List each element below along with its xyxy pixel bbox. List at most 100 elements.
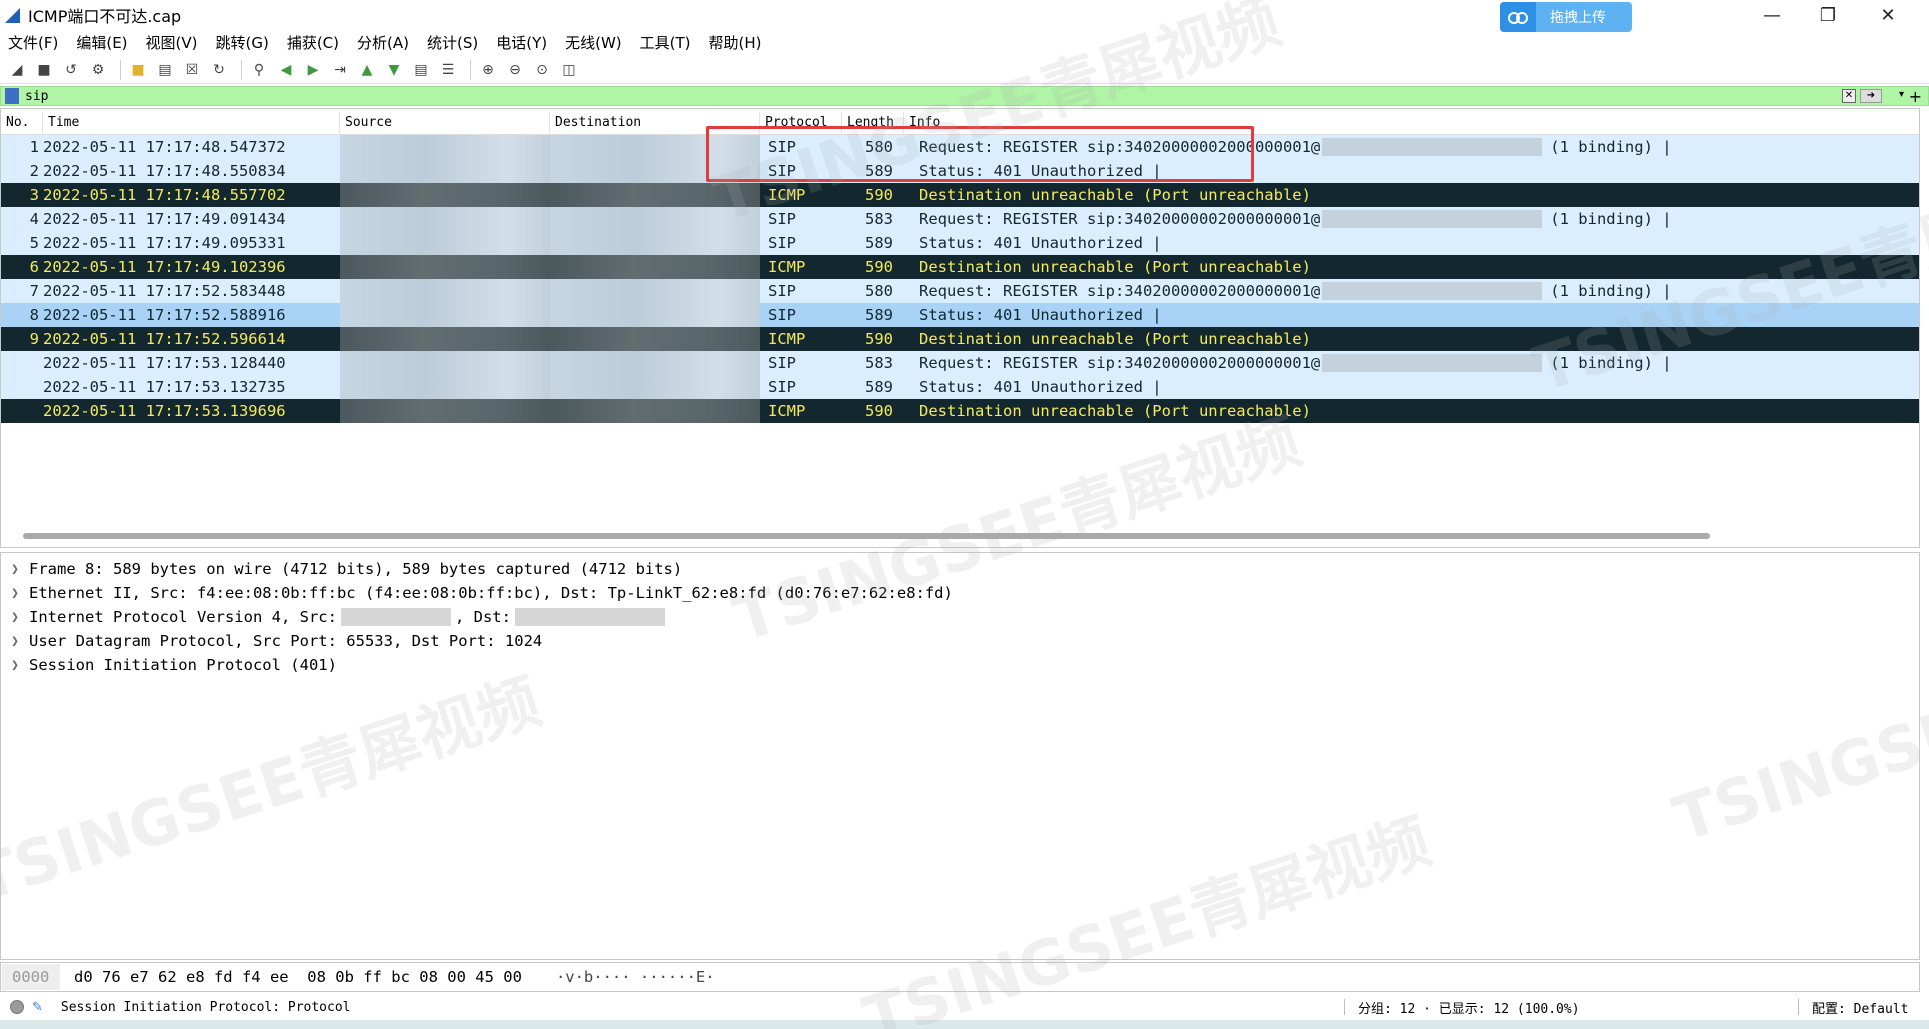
column-header-time[interactable]: Time <box>43 112 340 134</box>
packet-length: 580 <box>865 282 893 300</box>
menu-go[interactable]: 跳转(G) <box>216 32 269 53</box>
expand-chevron-icon[interactable]: ❯ <box>1 562 29 577</box>
zoom-in-icon[interactable]: ⊕ <box>477 59 499 81</box>
packet-info: Destination unreachable (Port unreachabl… <box>915 330 1311 348</box>
packet-row[interactable]: 4 2022-05-11 17:17:49.091434 SIP 583 Request… <box>1 207 1919 231</box>
colorize-icon[interactable]: ☰ <box>437 59 459 81</box>
packet-time: 2022-05-11 17:17:53.139696 <box>43 402 286 420</box>
filter-bookmark-icon[interactable] <box>5 88 19 104</box>
reload-icon[interactable]: ↻ <box>208 59 230 81</box>
redacted-source <box>340 327 550 351</box>
packet-row[interactable]: 2022-05-11 17:17:53.132735 SIP 589 Status: … <box>1 375 1919 399</box>
menu-view[interactable]: 视图(V) <box>146 32 198 53</box>
status-profile[interactable]: 配置: Default <box>1812 998 1908 1017</box>
menu-file[interactable]: 文件(F) <box>8 32 58 53</box>
packet-row[interactable]: 8 2022-05-11 17:17:52.588916 SIP 589 Status:… <box>1 303 1919 327</box>
restore-icon[interactable]: ❐ <box>1800 0 1856 30</box>
close-icon[interactable]: ✕ <box>1860 0 1916 30</box>
redacted-source <box>340 351 550 375</box>
add-filter-button-icon[interactable]: + <box>1909 87 1922 106</box>
cloud-icon <box>1500 2 1536 32</box>
packet-row[interactable]: 2022-05-11 17:17:53.139696 ICMP 590 Destina… <box>1 399 1919 423</box>
packet-list-pane: No. Time Source Destination Protocol Len… <box>0 108 1920 548</box>
packet-row[interactable]: 6 2022-05-11 17:17:49.102396 ICMP 590 Destin… <box>1 255 1919 279</box>
packet-row[interactable]: 2022-05-11 17:17:53.128440 SIP 583 Request:… <box>1 351 1919 375</box>
autoscroll-icon[interactable]: ▤ <box>410 59 432 81</box>
minimize-icon[interactable]: — <box>1744 0 1800 30</box>
find-packet-icon[interactable]: ⚲ <box>248 59 270 81</box>
go-last-icon[interactable]: ▼ <box>383 59 405 81</box>
zoom-normal-icon[interactable]: ⊙ <box>531 59 553 81</box>
packet-protocol: SIP <box>768 282 796 300</box>
packet-no: 3 <box>29 186 39 204</box>
wireshark-fin-icon <box>5 8 20 23</box>
bytes-hex-dump[interactable]: d0 76 e7 62 e8 fd f4 ee 08 0b ff bc 08 0… <box>74 968 522 986</box>
packet-no: 9 <box>29 330 39 348</box>
capture-options-icon[interactable]: ⚙ <box>87 59 109 81</box>
expand-chevron-icon[interactable]: ❯ <box>1 586 29 601</box>
go-forward-icon[interactable]: ▶ <box>302 59 324 81</box>
packet-protocol: SIP <box>768 354 796 372</box>
packet-info-tail: (1 binding) | <box>1550 137 1672 156</box>
packet-row[interactable]: 3 2022-05-11 17:17:48.557702 ICMP 590 Destin… <box>1 183 1919 207</box>
menu-help[interactable]: 帮助(H) <box>709 32 762 53</box>
go-back-icon[interactable]: ◀ <box>275 59 297 81</box>
packet-length: 589 <box>865 378 893 396</box>
save-file-icon[interactable]: ▤ <box>154 59 176 81</box>
go-to-packet-icon[interactable]: ⇥ <box>329 59 351 81</box>
packet-row[interactable]: 7 2022-05-11 17:17:52.583448 SIP 580 Request… <box>1 279 1919 303</box>
upload-button[interactable]: 拖拽上传 <box>1500 2 1632 32</box>
expand-chevron-icon[interactable]: ❯ <box>1 658 29 673</box>
packet-info-text: Request: REGISTER sip:340200000020000000… <box>919 209 1321 228</box>
apply-filter-icon[interactable]: ➜ <box>1860 89 1882 103</box>
packet-length: 589 <box>865 306 893 324</box>
packet-time: 2022-05-11 17:17:48.550834 <box>43 162 286 180</box>
detail-row-udp[interactable]: ❯ User Datagram Protocol, Src Port: 6553… <box>1 629 1919 653</box>
packet-length: 583 <box>865 210 893 228</box>
zoom-out-icon[interactable]: ⊖ <box>504 59 526 81</box>
expand-chevron-icon[interactable]: ❯ <box>1 610 29 625</box>
menu-telephony[interactable]: 电话(Y) <box>496 32 547 53</box>
expand-chevron-icon[interactable]: ❯ <box>1 634 29 649</box>
expert-info-icon[interactable] <box>10 1000 24 1014</box>
packet-info-text: Status: 401 Unauthorized | <box>919 306 1162 324</box>
packet-time: 2022-05-11 17:17:52.596614 <box>43 330 286 348</box>
detail-row-ethernet[interactable]: ❯ Ethernet II, Src: f4:ee:08:0b:ff:bc (f… <box>1 581 1919 605</box>
resize-columns-icon[interactable]: ◫ <box>558 59 580 81</box>
display-filter-input[interactable] <box>25 88 1825 104</box>
detail-row-frame[interactable]: ❯ Frame 8: 589 bytes on wire (4712 bits)… <box>1 557 1919 581</box>
go-first-icon[interactable]: ▲ <box>356 59 378 81</box>
edit-comment-icon[interactable]: ✎ <box>32 1000 43 1015</box>
packet-row[interactable]: 5 2022-05-11 17:17:49.095331 SIP 589 Status:… <box>1 231 1919 255</box>
status-field-text: Session Initiation Protocol: Protocol <box>60 999 351 1015</box>
packet-protocol: ICMP <box>768 402 806 420</box>
column-header-no[interactable]: No. <box>1 112 43 134</box>
packet-protocol: ICMP <box>768 330 806 348</box>
packet-list-horizontal-scrollbar[interactable] <box>23 533 1710 539</box>
menu-analyze[interactable]: 分析(A) <box>357 32 409 53</box>
packet-length: 590 <box>865 330 893 348</box>
detail-row-sip[interactable]: ❯ Session Initiation Protocol (401) <box>1 653 1919 677</box>
close-file-icon[interactable]: ☒ <box>181 59 203 81</box>
stop-capture-icon[interactable]: ■ <box>33 59 55 81</box>
packet-row[interactable]: 9 2022-05-11 17:17:52.596614 ICMP 590 Destin… <box>1 327 1919 351</box>
menu-wireless[interactable]: 无线(W) <box>565 32 622 53</box>
clear-filter-icon[interactable]: ✕ <box>1842 89 1856 103</box>
packet-length: 583 <box>865 354 893 372</box>
menu-tools[interactable]: 工具(T) <box>640 32 691 53</box>
detail-ipv4-text-mid: , Dst: <box>454 608 511 626</box>
packet-info-text: Request: REGISTER sip:340200000020000000… <box>919 353 1321 372</box>
menu-edit[interactable]: 编辑(E) <box>76 32 127 53</box>
toolbar-separator <box>120 59 121 80</box>
packet-length: 589 <box>865 234 893 252</box>
redacted-source <box>340 375 550 399</box>
open-file-icon[interactable]: ■ <box>127 59 149 81</box>
restart-capture-icon[interactable]: ↺ <box>60 59 82 81</box>
column-header-source[interactable]: Source <box>340 112 550 134</box>
menu-statistics[interactable]: 统计(S) <box>427 32 478 53</box>
filter-history-chevron-icon[interactable]: ▾ <box>1899 89 1904 100</box>
bytes-ascii-dump[interactable]: ·v·b···· ······E· <box>556 968 715 986</box>
detail-row-ipv4[interactable]: ❯ Internet Protocol Version 4, Src: , Ds… <box>1 605 1919 629</box>
menu-capture[interactable]: 捕获(C) <box>287 32 339 53</box>
start-capture-icon[interactable]: ◢ <box>6 59 28 81</box>
